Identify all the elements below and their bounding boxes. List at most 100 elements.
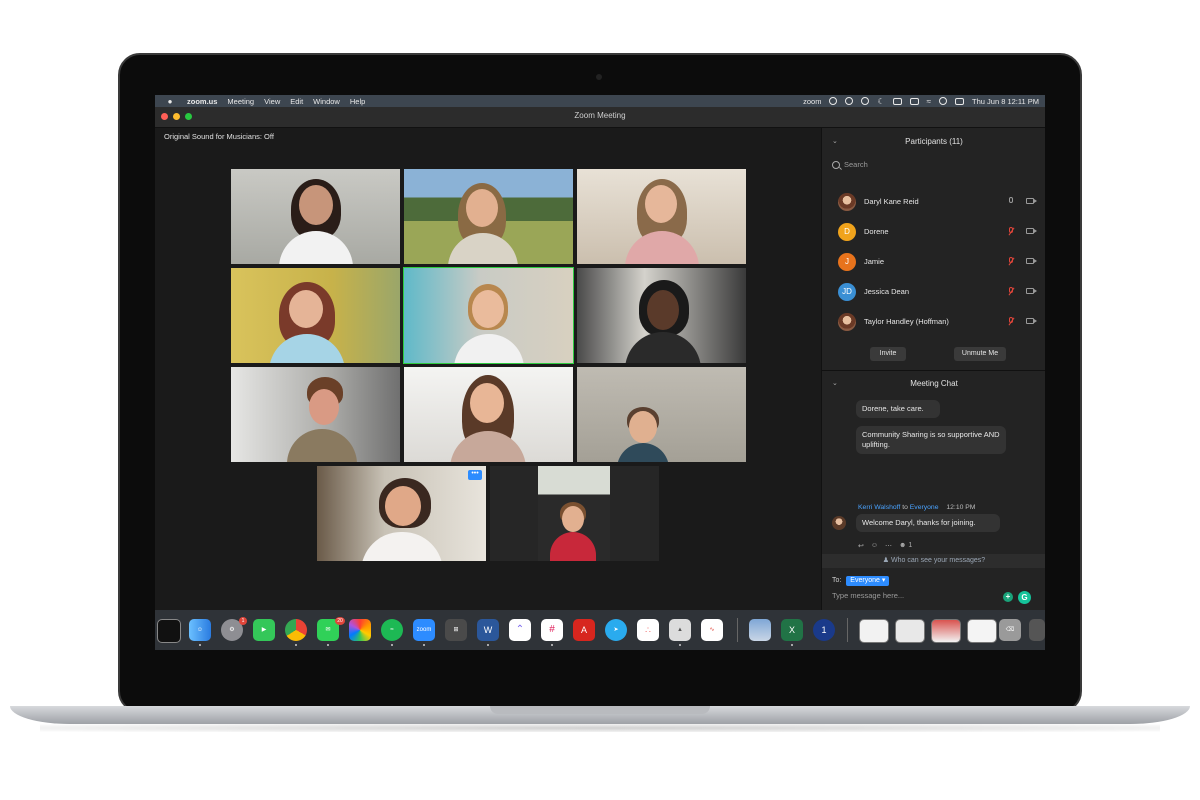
video-tile-11[interactable] [490, 466, 659, 561]
video-tile-2[interactable] [404, 169, 573, 264]
window-title: Zoom Meeting [574, 111, 626, 120]
desktop-thumbnail[interactable] [1029, 619, 1045, 641]
chat-input[interactable]: Type message here... [832, 591, 904, 600]
participants-search-input[interactable]: Search [828, 158, 1042, 172]
asana-icon[interactable]: ∴ [637, 619, 659, 641]
running-indicator [791, 644, 793, 646]
video-tile-7[interactable] [231, 367, 400, 462]
acrobat-icon[interactable]: A [573, 619, 595, 641]
facetime-icon[interactable]: ▶ [253, 619, 275, 641]
participant-row[interactable]: D Dorene [832, 222, 1038, 242]
video-camera-icon[interactable] [1026, 288, 1037, 294]
microphone-muted-icon[interactable] [1008, 227, 1014, 236]
menu-view[interactable]: View [264, 97, 280, 106]
activity-monitor-icon[interactable]: ∿ [701, 619, 723, 641]
video-camera-icon[interactable] [1026, 258, 1037, 264]
menu-window[interactable]: Window [313, 97, 340, 106]
video-tile-9[interactable] [577, 367, 746, 462]
unmute-me-button[interactable]: Unmute Me [954, 347, 1006, 361]
spotify-icon[interactable]: ≈ [381, 619, 403, 641]
video-tile-3[interactable] [577, 169, 746, 264]
video-tile-4[interactable] [231, 268, 400, 363]
slack-icon[interactable]: # [541, 619, 563, 641]
chat-recipient[interactable]: Everyone [910, 504, 939, 511]
search-icon[interactable] [939, 97, 948, 105]
running-indicator [295, 644, 297, 646]
chat-message-meta: Kerri Walshoff to Everyone 12:10 PM [858, 504, 975, 511]
participant-row[interactable]: JD Jessica Dean [832, 282, 1038, 302]
recent-document-thumbnail[interactable] [859, 619, 889, 643]
menu-zoom-us[interactable]: zoom.us [187, 97, 217, 106]
chat-message[interactable]: Welcome Daryl, thanks for joining. [856, 514, 1000, 532]
preview-icon[interactable] [749, 619, 771, 641]
invite-button[interactable]: Invite [870, 347, 906, 361]
video-tile-8[interactable] [404, 367, 573, 462]
dock-separator [847, 618, 848, 642]
control-center-icon[interactable] [955, 97, 965, 105]
recipient-dropdown[interactable]: Everyone ▾ [846, 576, 890, 586]
participant-name: Daryl Kane Reid [864, 197, 919, 206]
zoom-app-icon[interactable]: zoom [413, 619, 435, 641]
sidebar: ⌄ Participants (11) Search Daryl Kane Re… [821, 128, 1045, 625]
calculator-icon[interactable]: ⊞ [445, 619, 467, 641]
collapse-chat-icon[interactable]: ⌄ [832, 374, 838, 394]
more-icon[interactable]: ⋯ [885, 542, 892, 550]
microphone-icon[interactable] [1008, 197, 1014, 206]
excel-icon[interactable]: X [781, 619, 803, 641]
video-tile-6[interactable] [577, 268, 746, 363]
photos-icon[interactable] [349, 619, 371, 641]
reply-icon[interactable]: ↩ [858, 542, 864, 550]
dock-separator [737, 618, 738, 642]
menubar-datetime[interactable]: Thu Jun 8 12:11 PM [972, 97, 1039, 106]
video-camera-icon[interactable] [1026, 228, 1037, 234]
cloud-icon[interactable] [845, 97, 854, 105]
video-tile-5-active-speaker[interactable] [403, 267, 574, 364]
wifi-icon[interactable]: ≈ [927, 97, 931, 106]
laptop-shadow [40, 724, 1160, 732]
one-password-app-icon[interactable]: 1 [813, 619, 835, 641]
telegram-icon[interactable]: ➤ [605, 619, 627, 641]
video-tile-1[interactable] [231, 169, 400, 264]
add-icon[interactable]: + [1003, 592, 1013, 602]
word-icon[interactable]: W [477, 619, 499, 641]
menu-meeting[interactable]: Meeting [227, 97, 254, 106]
app-wolf-icon[interactable]: ▲ [669, 619, 691, 641]
video-camera-icon[interactable] [1026, 318, 1037, 324]
recent-document-thumbnail[interactable] [967, 619, 997, 643]
apple-icon[interactable]: ● [163, 97, 177, 106]
participant-row[interactable]: Daryl Kane Reid [832, 192, 1038, 212]
recent-document-thumbnail[interactable] [895, 619, 925, 643]
emoji-reaction[interactable]: ☻ 1 [899, 542, 912, 550]
microphone-muted-icon[interactable] [1008, 287, 1014, 296]
collapse-participants-icon[interactable]: ⌄ [832, 132, 838, 152]
display-icon[interactable] [892, 97, 902, 105]
chat-message[interactable]: Dorene, take care. [856, 400, 940, 418]
clickup-icon[interactable]: ⌃ [509, 619, 531, 641]
zoom-status-label[interactable]: zoom [803, 97, 821, 106]
grammarly-icon[interactable]: G [1018, 591, 1031, 604]
original-sound-label[interactable]: Original Sound for Musicians: Off [164, 132, 274, 141]
chat-sender[interactable]: Kerri Walshoff [858, 504, 900, 511]
tile-more-options-button[interactable]: ••• [468, 470, 482, 480]
participant-name: Jessica Dean [864, 287, 910, 296]
chat-message[interactable]: Community Sharing is so supportive AND u… [856, 426, 1006, 454]
battery-icon[interactable] [909, 97, 919, 105]
menu-edit[interactable]: Edit [290, 97, 303, 106]
microphone-muted-icon[interactable] [1008, 257, 1014, 266]
microphone-muted-icon[interactable] [1008, 317, 1014, 326]
participant-row[interactable]: J Jamie [832, 252, 1038, 272]
video-camera-icon[interactable] [1026, 198, 1037, 204]
chrome-icon[interactable] [285, 619, 307, 641]
menu-help[interactable]: Help [350, 97, 365, 106]
trash-icon[interactable]: ⌫ [999, 619, 1021, 641]
participant-row[interactable]: Taylor Handley (Hoffman) [832, 312, 1038, 332]
moon-icon[interactable]: ☾ [877, 97, 884, 106]
add-reaction-icon[interactable]: ☺ [871, 542, 878, 550]
video-tile-10[interactable]: ••• [317, 466, 486, 561]
finder-window-thumbnail[interactable] [157, 619, 181, 643]
finder-icon[interactable]: ☺ [189, 619, 211, 641]
grammarly-icon[interactable] [829, 97, 838, 105]
recent-document-thumbnail[interactable] [931, 619, 961, 643]
who-can-see-messages-link[interactable]: ♟ Who can see your messages? [822, 554, 1045, 568]
one-password-icon[interactable] [861, 97, 870, 105]
